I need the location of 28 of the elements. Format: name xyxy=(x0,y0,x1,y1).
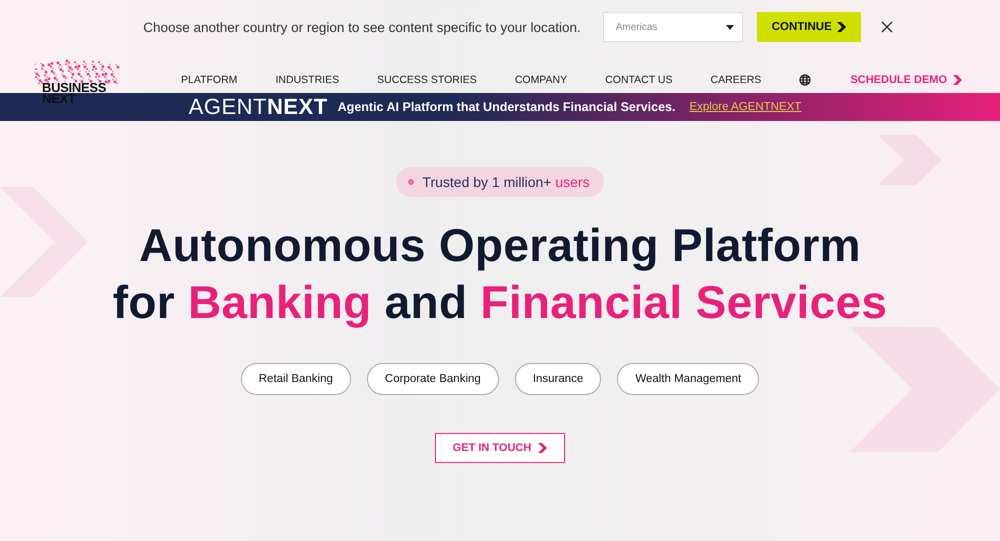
business-next-logo[interactable]: BUSINESS NEXT xyxy=(32,58,122,102)
nav-link[interactable]: SUCCESS STORIES xyxy=(377,74,477,86)
schedule-demo-link[interactable]: SCHEDULE DEMO xyxy=(850,74,962,93)
continue-button[interactable]: CONTINUE xyxy=(756,12,861,42)
globe-icon[interactable] xyxy=(799,74,812,86)
chevron-icon xyxy=(538,443,548,453)
industry-chip[interactable]: Corporate Banking xyxy=(366,363,499,395)
explore-link[interactable]: Explore AGENTNEXT xyxy=(689,101,802,113)
chevron-icon xyxy=(953,75,962,85)
nav-link[interactable]: CONTACT US xyxy=(605,74,672,86)
nav-link[interactable]: INDUSTRIES xyxy=(276,74,340,86)
nav-link[interactable]: COMPANY xyxy=(514,74,568,86)
industry-chip[interactable]: Insurance xyxy=(514,363,602,395)
dropdown-caret-icon xyxy=(726,24,734,30)
trusted-badge: Trusted by 1 million+ users xyxy=(396,167,604,197)
nav-link[interactable]: PLATFORM xyxy=(181,74,238,86)
get-in-touch-button[interactable]: GET IN TOUCH xyxy=(434,433,566,463)
chevron-icon xyxy=(836,22,846,32)
industry-chip[interactable]: Retail Banking xyxy=(240,363,351,395)
nav-link[interactable]: CAREERS xyxy=(710,74,762,86)
region-message: Choose another country or region to see content specific to your location. xyxy=(143,20,581,34)
banner-text: Agentic AI Platform that Understands Financial Services. xyxy=(338,100,676,114)
agentnext-logo: AGENTNEXT xyxy=(188,94,328,120)
dot-cloud-icon xyxy=(32,58,122,84)
close-icon[interactable] xyxy=(880,21,893,33)
hero-headline: Autonomous Operating Platform for Banking and Financial Services xyxy=(112,218,888,330)
region-select[interactable]: Americas xyxy=(602,12,743,42)
industry-chip[interactable]: Wealth Management xyxy=(617,363,760,395)
